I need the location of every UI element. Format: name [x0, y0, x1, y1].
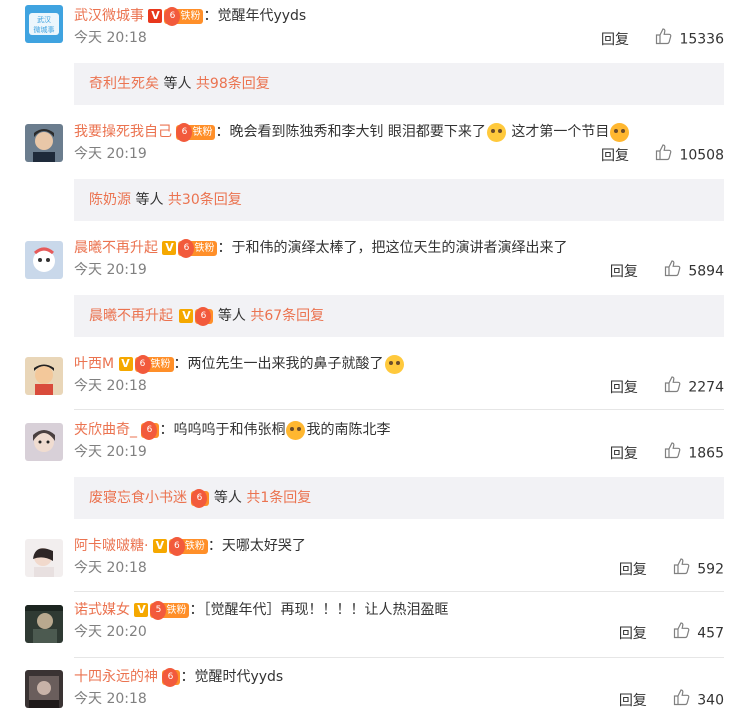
fan-level-badge-icon: 6 — [195, 306, 214, 326]
comment-list: 武汉 微城事 武汉微城事 V 6 铁粉 ：觉醒年代yyds 今天 20:18 回复 15… — [0, 0, 748, 728]
username[interactable]: 晨曦不再升起 — [74, 240, 158, 256]
avatar[interactable] — [25, 670, 63, 708]
thumbs-up-icon — [664, 441, 682, 466]
like-button[interactable]: 2274 — [664, 375, 724, 400]
verified-badge-icon: V — [148, 9, 163, 23]
sub-reply-summary[interactable]: 陈奶源 等人 共30条回复 — [74, 179, 724, 221]
like-button[interactable]: 1865 — [664, 441, 724, 466]
crying-emoji-icon — [610, 122, 630, 142]
fan-level-badge-icon: 5 铁粉 — [150, 600, 190, 620]
timestamp: 今天 20:18 — [74, 30, 147, 46]
like-button[interactable]: 592 — [673, 557, 724, 582]
comment-text: 呜呜呜于和伟张桐 — [173, 422, 286, 438]
reply-button[interactable]: 回复 — [610, 261, 638, 283]
verified-badge-icon: V — [118, 357, 133, 371]
verified-badge-icon: V — [179, 309, 194, 323]
timestamp: 今天 20:19 — [74, 262, 147, 278]
avatar[interactable] — [25, 605, 63, 643]
timestamp: 今天 20:20 — [74, 624, 147, 640]
like-button[interactable]: 457 — [673, 621, 724, 646]
sub-reply-user[interactable]: 陈奶源 — [89, 192, 131, 208]
timestamp: 今天 20:19 — [74, 146, 147, 162]
reply-button[interactable]: 回复 — [610, 443, 638, 465]
sub-reply-count[interactable]: 共1条回复 — [246, 490, 311, 506]
username[interactable]: 武汉微城事 — [74, 8, 144, 24]
avatar[interactable] — [25, 539, 63, 577]
comment-text: 于和伟的演绎太棒了，把这位天生的演讲者演绎出来了 — [231, 240, 568, 256]
divider — [74, 657, 724, 658]
thumbs-up-icon — [664, 375, 682, 400]
fan-level-badge-icon: 6 — [191, 488, 210, 508]
avatar[interactable] — [25, 357, 63, 395]
sub-reply-user[interactable]: 晨曦不再升起 — [89, 308, 173, 324]
avatar[interactable] — [25, 124, 63, 162]
fan-level-badge-icon: 6 铁粉 — [134, 354, 174, 374]
crying-emoji-icon — [286, 420, 306, 440]
thumbs-up-icon — [673, 688, 691, 713]
username[interactable]: 我要操死我自己 — [74, 124, 172, 140]
like-button[interactable]: 5894 — [664, 259, 724, 284]
sub-reply-summary[interactable]: 废寝忘食小书迷 6 等人 共1条回复 — [74, 477, 724, 519]
thumbs-up-icon — [664, 259, 682, 284]
like-button[interactable]: 15336 — [655, 27, 724, 52]
sub-reply-user[interactable]: 奇利生死矣 — [89, 76, 159, 92]
emoji-icon — [486, 122, 506, 142]
svg-text:武汉: 武汉 — [37, 15, 51, 24]
reply-button[interactable]: 回复 — [601, 29, 629, 51]
like-button[interactable]: 340 — [673, 688, 724, 713]
thumbs-up-icon — [673, 621, 691, 646]
svg-text:微城事: 微城事 — [34, 25, 55, 34]
comment-text: 两位先生一出来我的鼻子就酸了 — [187, 356, 384, 372]
verified-badge-icon: V — [162, 241, 177, 255]
like-button[interactable]: 10508 — [655, 143, 724, 168]
fan-level-badge-icon: 6 铁粉 — [178, 238, 218, 258]
reply-button[interactable]: 回复 — [619, 559, 647, 581]
timestamp: 今天 20:19 — [74, 444, 147, 460]
fan-level-badge-icon: 6 铁粉 — [168, 536, 208, 556]
timestamp: 今天 20:18 — [74, 378, 147, 394]
sub-reply-user[interactable]: 废寝忘食小书迷 — [89, 490, 187, 506]
comment-text: 天哪太好哭了 — [221, 538, 306, 554]
divider — [74, 409, 724, 410]
reply-button[interactable]: 回复 — [601, 145, 629, 167]
sub-reply-count[interactable]: 共30条回复 — [168, 192, 242, 208]
avatar[interactable] — [25, 423, 63, 461]
comment-text: 觉醒年代yyds — [217, 8, 307, 24]
username[interactable]: 十四永远的神 — [74, 669, 158, 685]
sub-reply-count[interactable]: 共67条回复 — [250, 308, 324, 324]
fan-level-badge-icon: 6 铁粉 — [176, 122, 216, 142]
timestamp: 今天 20:18 — [74, 560, 147, 576]
username[interactable]: 诺式媒女 — [74, 602, 130, 618]
username[interactable]: 阿卡啵啵糖· — [74, 538, 148, 554]
fan-level-badge-icon: 6 铁粉 — [164, 6, 204, 26]
avatar[interactable]: 武汉 微城事 — [25, 5, 63, 43]
fan-level-badge-icon: 6 — [162, 667, 181, 687]
avatar[interactable] — [25, 241, 63, 279]
thumbs-up-icon — [655, 27, 673, 52]
thumbs-up-icon — [655, 143, 673, 168]
reply-button[interactable]: 回复 — [619, 623, 647, 645]
thumbs-up-icon — [673, 557, 691, 582]
sub-reply-summary[interactable]: 晨曦不再升起 V6 等人 共67条回复 — [74, 295, 724, 337]
reply-button[interactable]: 回复 — [610, 377, 638, 399]
fan-level-badge-icon: 6 — [141, 420, 160, 440]
comment-text: ［觉醒年代］再现！！！！让人热泪盈眶 — [203, 602, 449, 618]
verified-badge-icon: V — [134, 603, 149, 617]
comment-text: 晚会看到陈独秀和李大钊 眼泪都要下来了 — [229, 124, 486, 140]
reply-button[interactable]: 回复 — [619, 690, 647, 712]
comment-text: 觉醒时代yyds — [194, 669, 284, 685]
divider — [74, 591, 724, 592]
teary-emoji-icon — [384, 354, 404, 374]
verified-badge-icon: V — [152, 539, 167, 553]
username[interactable]: 夹欣曲奇_ — [74, 422, 137, 438]
username[interactable]: 叶西M — [74, 356, 114, 372]
sub-reply-count[interactable]: 共98条回复 — [196, 76, 270, 92]
sub-reply-summary[interactable]: 奇利生死矣 等人 共98条回复 — [74, 63, 724, 105]
timestamp: 今天 20:18 — [74, 691, 147, 707]
